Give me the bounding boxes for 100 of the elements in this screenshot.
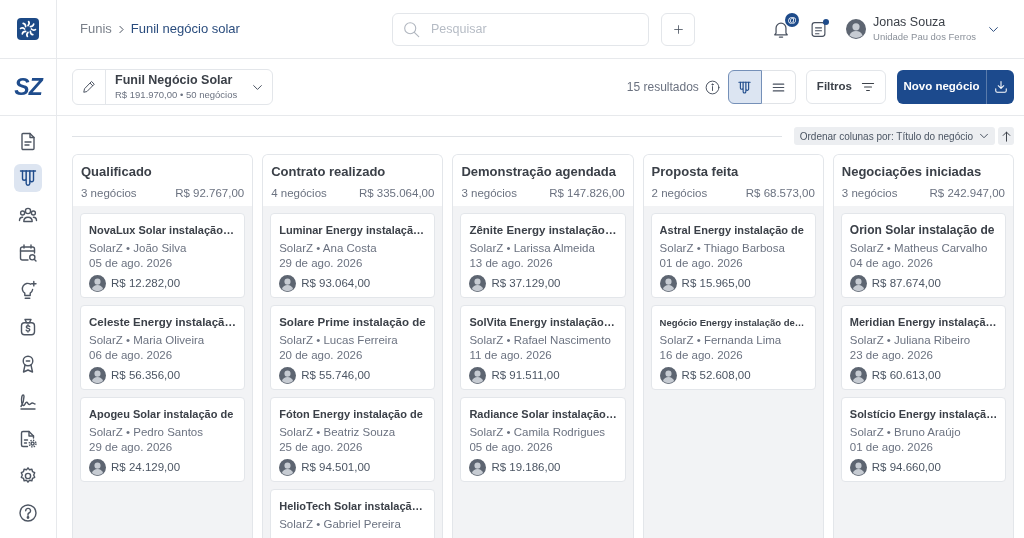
kanban-board-icon (18, 168, 38, 189)
new-deal-button[interactable]: Novo negócio (897, 70, 986, 104)
document-icon (18, 131, 38, 151)
deal-card[interactable]: Astral Energy instalação de SolarZ • Thiago Barbosa 01 de ago. 2026 R$ 15.965,00 (650, 213, 816, 298)
file-gear-icon (18, 428, 38, 449)
download-icon (993, 80, 1008, 94)
deal-company-owner: SolarZ • Maria Oliveira (89, 333, 206, 348)
deal-date: 05 de ago. 2026 (89, 256, 174, 271)
stage-total: R$ 242.947,00 (929, 186, 1005, 201)
deal-value: R$ 56.356,00 (111, 367, 181, 383)
avatar-icon (849, 459, 867, 476)
deal-date: 23 de ago. 2026 (849, 348, 934, 363)
deal-card[interactable]: Fóton Energy instalação de SolarZ • Beatriz Souza 25 de ago. 2026 R$ 94.501,00 (270, 397, 436, 482)
deal-card[interactable]: Meridian Energy instalaçã… SolarZ • Juliana Ribeiro 23 de ago. 2026 R$ 60.613,00 (840, 305, 1006, 390)
kanban-view-button[interactable] (727, 70, 762, 104)
deal-date: 06 de ago. 2026 (89, 348, 174, 363)
deal-value: R$ 24.129,00 (111, 459, 181, 475)
deal-title: Luminar Energy instalaçã… (279, 223, 426, 238)
avatar-icon (89, 367, 106, 384)
breadcrumb-link[interactable]: Funis (80, 19, 112, 39)
deal-title: Radiance Solar instalação… (469, 407, 617, 422)
deal-company-owner: SolarZ • Gabriel Pereira (279, 517, 402, 532)
deal-title: Solare Prime instalação de (279, 315, 427, 330)
deal-card[interactable]: Solstício Energy instalaçã… SolarZ • Bruno Araújo 01 de ago. 2026 R$ 94.660,00 (840, 397, 1006, 482)
sort-dropdown[interactable]: Ordenar colunas por: Título do negócio (793, 127, 995, 145)
deal-company-owner: SolarZ • Camila Rodrigues (469, 425, 607, 440)
deal-company-owner: SolarZ • Thiago Barbosa (659, 241, 786, 256)
avatar-icon (659, 275, 677, 292)
avatar-icon (89, 459, 106, 476)
deal-title: NovaLux Solar instalação… (89, 223, 235, 238)
deal-card[interactable]: Radiance Solar instalação… SolarZ • Camila Rodrigues 05 de ago. 2026 R$ 19.186,00 (460, 397, 626, 482)
avatar-icon (659, 367, 677, 384)
deal-count: 3 negócios (81, 186, 137, 201)
deal-company-owner: SolarZ • Lucas Ferreira (279, 333, 399, 348)
bell-icon (772, 20, 790, 38)
info-icon[interactable] (704, 79, 720, 95)
deal-company-owner: SolarZ • Rafael Nascimento (469, 333, 612, 348)
list-view-button[interactable] (761, 70, 796, 104)
deal-title: Meridian Energy instalaçã… (849, 315, 997, 330)
deal-company-owner: SolarZ • João Silva (89, 241, 188, 256)
deal-card[interactable]: Celeste Energy instalaçã… SolarZ • Maria Oliveira 06 de ago. 2026 R$ 56.356,00 (80, 305, 246, 390)
deal-card[interactable]: NovaLux Solar instalação… SolarZ • João Silva 05 de ago. 2026 R$ 12.282,00 (80, 213, 246, 298)
deal-count: 4 negócios (271, 186, 327, 201)
deal-company-owner: SolarZ • Beatriz Souza (279, 425, 397, 440)
filter-icon (861, 80, 875, 94)
deal-card[interactable]: Orion Solar instalação de SolarZ • Matheus Carvalho 04 de ago. 2026 R$ 87.674,00 (840, 213, 1006, 298)
deal-value: R$ 91.511,00 (491, 367, 560, 383)
deal-date: 20 de ago. 2026 (279, 348, 364, 363)
notifications-button[interactable] (772, 20, 790, 38)
stage-title: Qualificado (81, 163, 153, 181)
pencil-icon[interactable] (82, 80, 96, 94)
deal-value: R$ 60.613,00 (871, 367, 941, 383)
avatar-icon (849, 367, 867, 384)
deal-company-owner: SolarZ • Fernanda Lima (659, 333, 783, 348)
deal-title: Celeste Energy instalaçã… (89, 315, 237, 330)
money-bag-icon (18, 316, 38, 337)
deal-title: Fóton Energy instalação de (279, 407, 424, 422)
plus-icon (672, 23, 684, 35)
deal-date: 01 de ago. 2026 (659, 256, 744, 271)
deal-date: 01 de ago. 2026 (849, 440, 934, 455)
stage-total: R$ 147.826,00 (549, 186, 625, 201)
deal-title: Solstício Energy instalaçã… (849, 407, 997, 422)
deal-card[interactable]: Solare Prime instalação de SolarZ • Lucas Ferreira 20 de ago. 2026 R$ 55.746,00 (270, 305, 436, 390)
stage-title: Proposta feita (651, 163, 740, 181)
avatar-icon (279, 459, 297, 476)
deal-value: R$ 19.186,00 (491, 459, 561, 475)
stage-total: R$ 92.767,00 (175, 186, 245, 201)
deal-company-owner: SolarZ • Bruno Araújo (849, 425, 962, 440)
search-field[interactable]: Pesquisar (392, 12, 649, 46)
deal-card[interactable]: Negócio Energy instalação de… SolarZ • Fernanda Lima 16 de ago. 2026 R$ 52.608,00 (650, 305, 816, 390)
avatar-icon (849, 275, 867, 292)
download-button[interactable] (986, 70, 1014, 104)
sidebar-item[interactable] (14, 164, 42, 193)
filters-button[interactable]: Filtros (805, 70, 886, 104)
deal-title: HelioTech Solar instalaçã… (279, 499, 424, 514)
sort-direction-button[interactable] (998, 127, 1014, 145)
sunburst-logo-icon[interactable] (17, 18, 39, 40)
deal-value: R$ 94.501,00 (301, 459, 371, 475)
deal-card[interactable]: Zênite Energy instalação… SolarZ • Larissa Almeida 13 de ago. 2026 R$ 37.129,00 (460, 213, 626, 298)
signature-icon (18, 391, 38, 412)
funnel-selector[interactable]: Funil Negócio Solar R$ 191.970,00 • 50 negócios (72, 69, 273, 105)
deal-value: R$ 87.674,00 (871, 275, 941, 291)
stage-title: Contrato realizado (271, 163, 387, 181)
deal-card[interactable]: Luminar Energy instalaçã… SolarZ • Ana Costa 29 de ago. 2026 R$ 93.064,00 (270, 213, 436, 298)
arrow-up-icon (1000, 130, 1012, 142)
notes-button[interactable] (810, 20, 827, 38)
deal-title: Negócio Energy instalação de… (659, 316, 806, 330)
deal-date: 05 de ago. 2026 (469, 440, 554, 455)
breadcrumb-current: Funil negócio solar (130, 20, 240, 39)
deal-card[interactable]: Apogeu Solar instalação de SolarZ • Pedro Santos 29 de ago. 2026 R$ 24.129,00 (80, 397, 246, 482)
calendar-search-icon (18, 242, 38, 263)
avatar-icon (469, 367, 487, 384)
deal-card[interactable]: HelioTech Solar instalaçã… SolarZ • Gabriel Pereira (270, 489, 436, 538)
mention-badge: @ (785, 13, 799, 27)
deal-date: 29 de ago. 2026 (89, 440, 174, 455)
deal-card[interactable]: SolVita Energy instalação… SolarZ • Rafael Nascimento 11 de ago. 2026 R$ 91.511,00 (460, 305, 626, 390)
stage-title: Demonstração agendada (461, 163, 617, 181)
deal-date: 11 de ago. 2026 (469, 348, 553, 363)
deal-company-owner: SolarZ • Larissa Almeida (469, 241, 596, 256)
deal-title: Orion Solar instalação de (849, 222, 996, 239)
